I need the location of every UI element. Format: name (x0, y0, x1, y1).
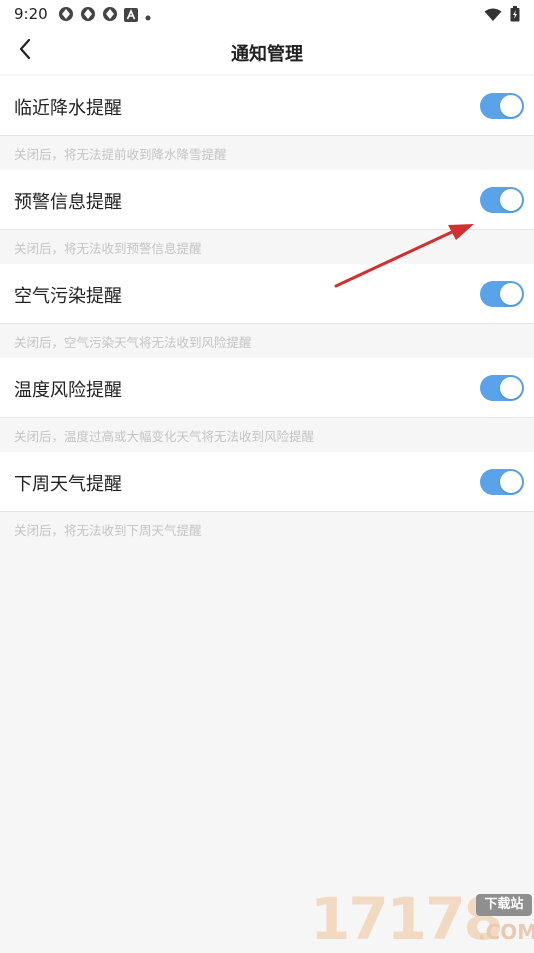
setting-row-precipitation: 临近降水提醒 (0, 76, 534, 136)
setting-label: 临近降水提醒 (14, 98, 122, 119)
watermark-suffix: .COM (478, 920, 534, 944)
setting-row-temperature: 温度风险提醒 (0, 358, 534, 418)
status-icons-left (58, 6, 152, 26)
status-bar: 9:20 (0, 0, 534, 28)
setting-hint: 关闭后，温度过高或大幅变化天气将无法收到风险提醒 (0, 418, 534, 452)
watermark-digits: 17178 (310, 885, 504, 953)
setting-label: 温度风险提醒 (14, 380, 122, 401)
settings-list: 临近降水提醒 关闭后，将无法提前收到降水降雪提醒 预警信息提醒 关闭后，将无法收… (0, 76, 534, 546)
notification-icon (58, 6, 74, 26)
notification-icon (102, 6, 118, 26)
setting-hint: 关闭后，将无法收到预警信息提醒 (0, 230, 534, 264)
setting-row-warning: 预警信息提醒 (0, 170, 534, 230)
precipitation-toggle[interactable] (480, 93, 524, 119)
a-icon (124, 7, 138, 26)
hint-text: 关闭后，温度过高或大幅变化天气将无法收到风险提醒 (14, 429, 315, 444)
setting-hint: 关闭后，将无法收到下周天气提醒 (0, 512, 534, 546)
setting-label: 空气污染提醒 (14, 286, 122, 307)
watermark-badge: 下载站 (476, 894, 532, 916)
setting-hint: 关闭后，空气污染天气将无法收到风险提醒 (0, 324, 534, 358)
battery-icon (510, 6, 520, 26)
hint-text: 关闭后，将无法提前收到降水降雪提醒 (14, 147, 227, 162)
setting-label: 预警信息提醒 (14, 192, 122, 213)
status-icons-right (484, 6, 520, 26)
hint-text: 关闭后，将无法收到下周天气提醒 (14, 523, 202, 538)
setting-row-air-pollution: 空气污染提醒 (0, 264, 534, 324)
toggle-knob (500, 377, 522, 399)
warning-toggle[interactable] (480, 187, 524, 213)
next-week-toggle[interactable] (480, 469, 524, 495)
wifi-icon (484, 7, 502, 26)
hint-text: 关闭后，将无法收到预警信息提醒 (14, 241, 202, 256)
status-time: 9:20 (14, 5, 48, 23)
setting-hint: 关闭后，将无法提前收到降水降雪提醒 (0, 136, 534, 170)
toggle-knob (500, 283, 522, 305)
header-bar: 通知管理 (0, 28, 534, 74)
toggle-knob (500, 189, 522, 211)
air-pollution-toggle[interactable] (480, 281, 524, 307)
dot-icon (144, 7, 152, 26)
hint-text: 关闭后，空气污染天气将无法收到风险提醒 (14, 335, 252, 350)
toggle-knob (500, 471, 522, 493)
toggle-knob (500, 95, 522, 117)
watermark-logo: 17178 下载站 .COM (310, 888, 534, 950)
setting-label: 下周天气提醒 (14, 474, 122, 495)
notification-icon (80, 6, 96, 26)
temperature-toggle[interactable] (480, 375, 524, 401)
setting-row-next-week: 下周天气提醒 (0, 452, 534, 512)
page-title: 通知管理 (231, 44, 303, 65)
